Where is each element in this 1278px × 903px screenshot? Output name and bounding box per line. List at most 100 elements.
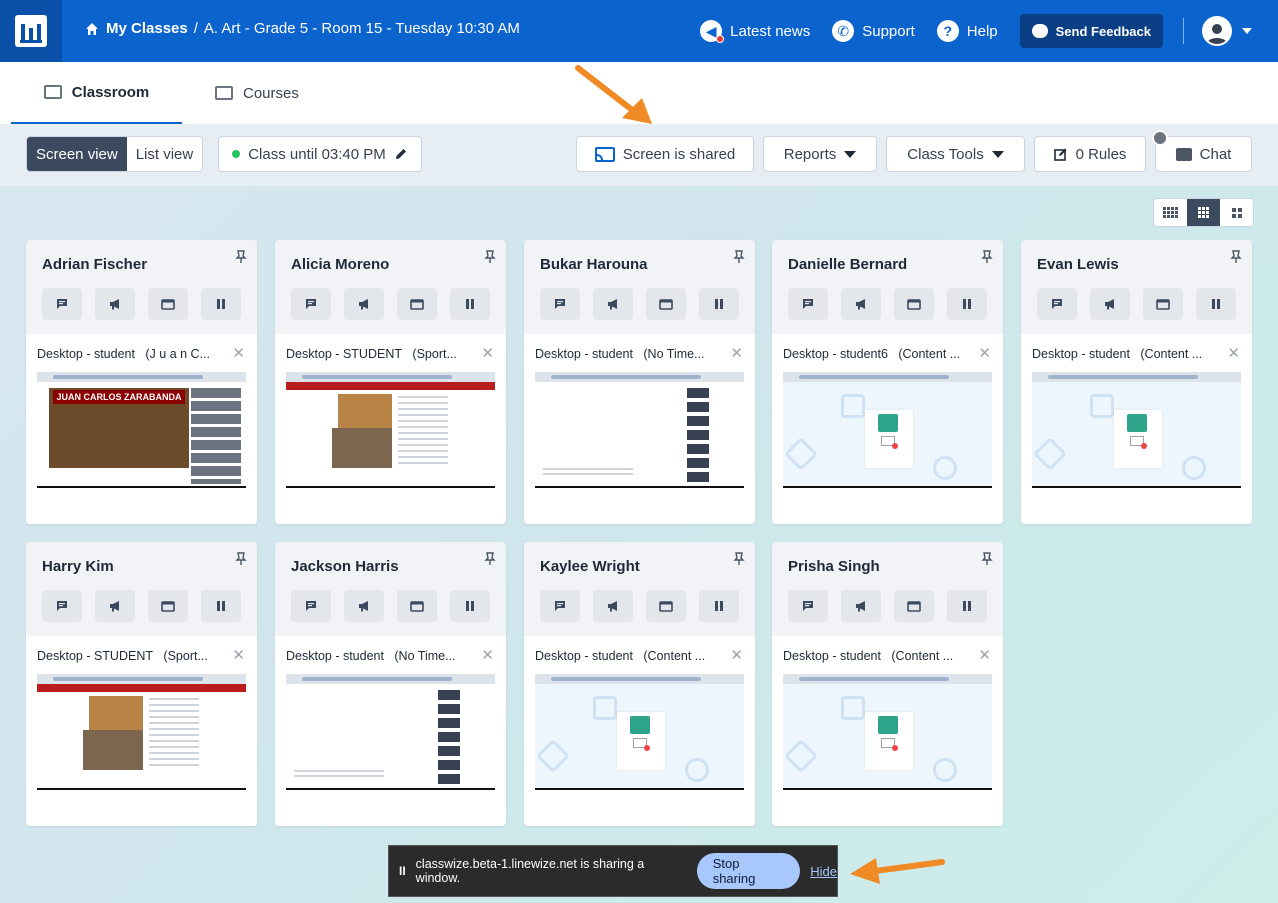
class-until-button[interactable]: Class until 03:40 PM [218, 136, 422, 172]
student-name[interactable]: Adrian Fischer [42, 256, 147, 273]
pin-icon[interactable] [235, 552, 247, 566]
screen-thumbnail[interactable] [286, 372, 495, 488]
rules-button[interactable]: 0 Rules [1034, 136, 1146, 172]
reports-dropdown[interactable]: Reports [763, 136, 877, 172]
screen-thumbnail[interactable] [535, 372, 744, 488]
pin-icon[interactable] [981, 250, 993, 264]
pause-screen-button[interactable] [201, 288, 241, 320]
pause-screen-button[interactable] [947, 288, 987, 320]
send-message-button[interactable] [291, 288, 331, 320]
close-tab-icon[interactable]: ✕ [978, 346, 991, 361]
breadcrumb-my-classes[interactable]: My Classes [106, 20, 188, 37]
pause-screen-button[interactable] [699, 288, 739, 320]
send-message-button[interactable] [540, 590, 580, 622]
student-name[interactable]: Danielle Bernard [788, 256, 907, 273]
send-message-button[interactable] [540, 288, 580, 320]
send-message-button[interactable] [788, 288, 828, 320]
screen-view-button[interactable]: Screen view [27, 137, 127, 171]
open-tab-button[interactable] [148, 288, 188, 320]
grid-medium-button[interactable] [1187, 199, 1220, 226]
student-card[interactable]: Jackson Harris Desktop - student (No Time… [275, 542, 506, 826]
tab-classroom[interactable]: Classroom [11, 62, 182, 124]
hide-link[interactable]: Hide [810, 864, 837, 879]
help-link[interactable]: ? Help [936, 20, 998, 42]
avatar[interactable] [1202, 16, 1232, 46]
student-name[interactable]: Prisha Singh [788, 558, 880, 575]
student-card[interactable]: Alicia Moreno Desktop - STUDENT (Sport...… [275, 240, 506, 524]
announce-button[interactable] [344, 288, 384, 320]
screen-thumbnail[interactable] [783, 372, 992, 488]
chat-button[interactable]: Chat [1155, 136, 1252, 172]
pin-icon[interactable] [981, 552, 993, 566]
screen-is-shared-button[interactable]: Screen is shared [576, 136, 754, 172]
close-tab-icon[interactable]: ✕ [978, 648, 991, 663]
student-card[interactable]: Evan Lewis Desktop - student (Content ...… [1021, 240, 1252, 524]
pin-icon[interactable] [484, 552, 496, 566]
send-message-button[interactable] [788, 590, 828, 622]
announce-button[interactable] [95, 590, 135, 622]
open-tab-button[interactable] [148, 590, 188, 622]
open-tab-button[interactable] [1143, 288, 1183, 320]
student-card[interactable]: Harry Kim Desktop - STUDENT (Sport... ✕ [26, 542, 257, 826]
student-name[interactable]: Harry Kim [42, 558, 114, 575]
screen-thumbnail[interactable] [37, 674, 246, 790]
open-tab-button[interactable] [397, 590, 437, 622]
send-message-button[interactable] [42, 288, 82, 320]
send-message-button[interactable] [42, 590, 82, 622]
student-card[interactable]: Prisha Singh Desktop - student (Content .… [772, 542, 1003, 826]
send-message-button[interactable] [291, 590, 331, 622]
open-tab-button[interactable] [397, 288, 437, 320]
pause-screen-button[interactable] [201, 590, 241, 622]
student-name[interactable]: Alicia Moreno [291, 256, 389, 273]
student-name[interactable]: Evan Lewis [1037, 256, 1119, 273]
announce-button[interactable] [1090, 288, 1130, 320]
grid-small-button[interactable] [1154, 199, 1187, 226]
announce-button[interactable] [344, 590, 384, 622]
pin-icon[interactable] [235, 250, 247, 264]
student-card[interactable]: Adrian Fischer Desktop - student (J u a n… [26, 240, 257, 524]
open-tab-button[interactable] [646, 590, 686, 622]
list-view-button[interactable]: List view [127, 137, 203, 171]
grid-large-button[interactable] [1220, 199, 1253, 226]
close-tab-icon[interactable]: ✕ [481, 648, 494, 663]
screen-thumbnail[interactable] [1032, 372, 1241, 488]
pin-icon[interactable] [484, 250, 496, 264]
linewize-logo[interactable] [0, 0, 62, 62]
close-tab-icon[interactable]: ✕ [730, 346, 743, 361]
pin-icon[interactable] [1230, 250, 1242, 264]
class-tools-dropdown[interactable]: Class Tools [886, 136, 1025, 172]
tab-courses[interactable]: Courses [215, 62, 299, 124]
stop-sharing-button[interactable]: Stop sharing [696, 853, 801, 889]
screen-thumbnail[interactable] [783, 674, 992, 790]
screen-thumbnail[interactable] [286, 674, 495, 790]
close-tab-icon[interactable]: ✕ [232, 648, 245, 663]
send-feedback-button[interactable]: Send Feedback [1019, 14, 1163, 48]
send-message-button[interactable] [1037, 288, 1077, 320]
pause-screen-button[interactable] [1196, 288, 1236, 320]
open-tab-button[interactable] [894, 590, 934, 622]
student-name[interactable]: Kaylee Wright [540, 558, 640, 575]
home-icon[interactable] [84, 21, 100, 37]
student-card[interactable]: Danielle Bernard Desktop - student6 (Cont… [772, 240, 1003, 524]
announce-button[interactable] [841, 590, 881, 622]
pin-icon[interactable] [733, 250, 745, 264]
pause-screen-button[interactable] [699, 590, 739, 622]
latest-news-link[interactable]: ◀ Latest news [700, 20, 810, 43]
announce-button[interactable] [95, 288, 135, 320]
close-tab-icon[interactable]: ✕ [730, 648, 743, 663]
support-link[interactable]: ✆ Support [832, 20, 915, 42]
screen-thumbnail[interactable] [535, 674, 744, 790]
close-tab-icon[interactable]: ✕ [481, 346, 494, 361]
close-tab-icon[interactable]: ✕ [1227, 346, 1240, 361]
open-tab-button[interactable] [646, 288, 686, 320]
screen-thumbnail[interactable]: JUAN CARLOS ZARABANDA [37, 372, 246, 488]
announce-button[interactable] [593, 288, 633, 320]
announce-button[interactable] [841, 288, 881, 320]
student-name[interactable]: Jackson Harris [291, 558, 399, 575]
pin-icon[interactable] [733, 552, 745, 566]
pause-screen-button[interactable] [947, 590, 987, 622]
pause-screen-button[interactable] [450, 590, 490, 622]
announce-button[interactable] [593, 590, 633, 622]
student-card[interactable]: Bukar Harouna Desktop - student (No Time.… [524, 240, 755, 524]
student-card[interactable]: Kaylee Wright Desktop - student (Content … [524, 542, 755, 826]
